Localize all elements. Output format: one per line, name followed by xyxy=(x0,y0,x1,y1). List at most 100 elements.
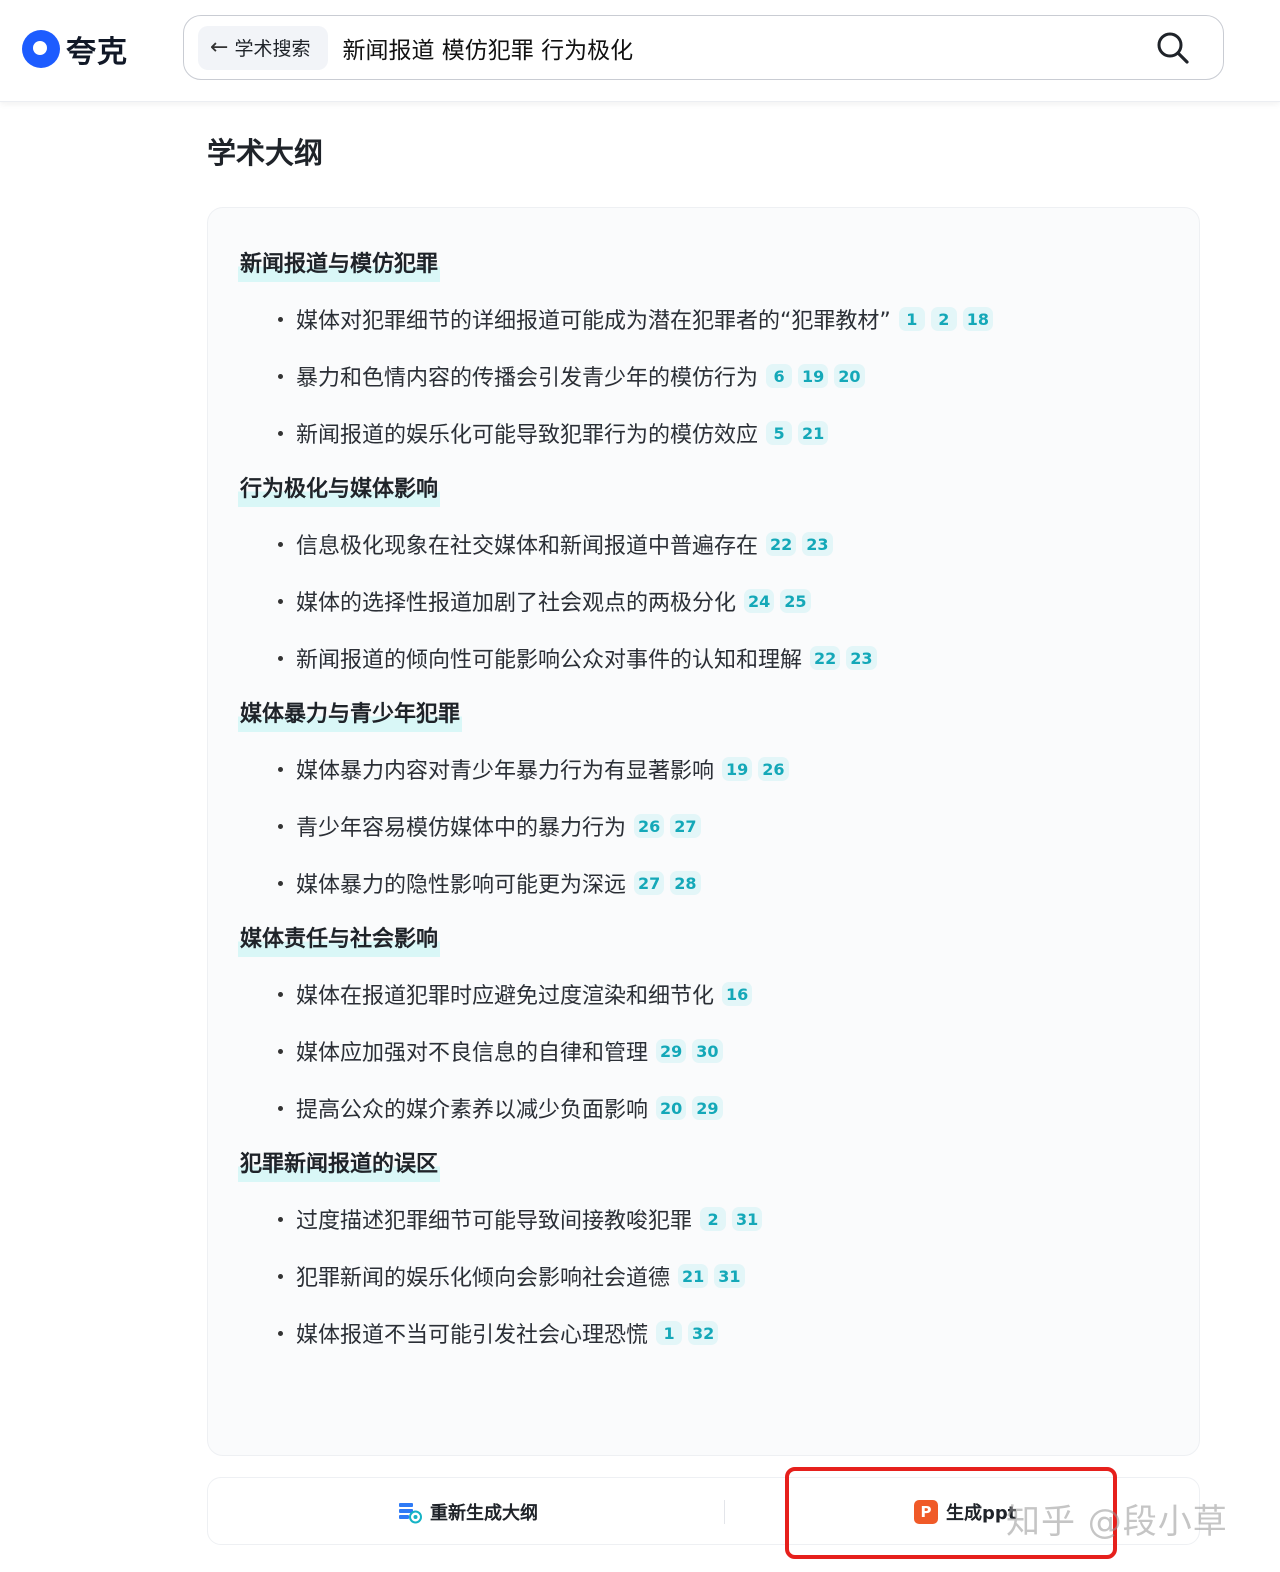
outline-group-title: 新闻报道与模仿犯罪 xyxy=(238,248,441,282)
search-icon[interactable] xyxy=(1153,28,1193,68)
regenerate-icon xyxy=(398,1500,422,1524)
outline-group: 犯罪新闻报道的误区 过度描述犯罪细节可能导致间接教唆犯罪 2 31 犯罪新闻的娱乐化倾向… xyxy=(238,1148,1169,1350)
reference-badges: 16 xyxy=(722,982,753,1006)
reference-badge[interactable]: 28 xyxy=(670,871,701,895)
outline-item: 媒体暴力的隐性影响可能更为深远 27 28 xyxy=(238,866,1169,900)
reference-badge[interactable]: 1 xyxy=(656,1321,683,1345)
reference-badges: 27 28 xyxy=(634,871,701,895)
reference-badge[interactable]: 20 xyxy=(834,364,865,388)
outline-group: 行为极化与媒体影响 信息极化现象在社交媒体和新闻报道中普遍存在 22 23 媒体的选择性… xyxy=(238,473,1169,675)
outline-item-text: 媒体对犯罪细节的详细报道可能成为潜在犯罪者的“犯罪教材” xyxy=(296,309,891,334)
reference-badge[interactable]: 19 xyxy=(798,364,829,388)
outline-item-text: 新闻报道的倾向性可能影响公众对事件的认知和理解 xyxy=(296,648,803,673)
reference-badges: 21 31 xyxy=(678,1264,745,1288)
action-divider xyxy=(724,1500,725,1524)
outline-item: 媒体的选择性报道加剧了社会观点的两极分化 24 25 xyxy=(238,584,1169,618)
outline-item-text: 青少年容易模仿媒体中的暴力行为 xyxy=(296,816,627,841)
search-box: ← 学术搜索 xyxy=(183,15,1224,80)
outline-item-text: 提高公众的媒介素养以减少负面影响 xyxy=(296,1098,649,1123)
reference-badge[interactable]: 27 xyxy=(670,814,701,838)
outline-item-text: 信息极化现象在社交媒体和新闻报道中普遍存在 xyxy=(296,534,759,559)
back-arrow-icon: ← xyxy=(210,35,229,60)
outline-item-list: 媒体暴力内容对青少年暴力行为有显著影响 19 26 青少年容易模仿媒体中的暴力行为 26… xyxy=(238,752,1169,900)
outline-group: 媒体暴力与青少年犯罪 媒体暴力内容对青少年暴力行为有显著影响 19 26 青少年容易模仿… xyxy=(238,698,1169,900)
reference-badge[interactable]: 21 xyxy=(678,1264,709,1288)
reference-badge[interactable]: 2 xyxy=(700,1207,727,1231)
outline-item: 提高公众的媒介素养以减少负面影响 20 29 xyxy=(238,1091,1169,1125)
reference-badge[interactable]: 31 xyxy=(714,1264,745,1288)
outline-item: 过度描述犯罪细节可能导致间接教唆犯罪 2 31 xyxy=(238,1202,1169,1236)
outline-group: 媒体责任与社会影响媒体在报道犯罪时应避免过度渲染和细节化 16 媒体应加强对不良信息… xyxy=(238,923,1169,1125)
reference-badge[interactable]: 26 xyxy=(634,814,665,838)
outline-item-list: 媒体对犯罪细节的详细报道可能成为潜在犯罪者的“犯罪教材” 1 2 18 暴力和色情内容的… xyxy=(238,302,1169,450)
reference-badge[interactable]: 16 xyxy=(722,982,753,1006)
outline-group: 新闻报道与模仿犯罪 媒体对犯罪细节的详细报道可能成为潜在犯罪者的“犯罪教材” 1 2 1… xyxy=(238,248,1169,450)
reference-badge[interactable]: 19 xyxy=(722,757,753,781)
outline-item-text: 媒体暴力内容对青少年暴力行为有显著影响 xyxy=(296,759,715,784)
outline-group-title: 媒体暴力与青少年犯罪 xyxy=(238,698,463,732)
outline-item: 新闻报道的倾向性可能影响公众对事件的认知和理解 22 23 xyxy=(238,641,1169,675)
reference-badges: 6 19 20 xyxy=(766,364,865,388)
outline-item: 媒体对犯罪细节的详细报道可能成为潜在犯罪者的“犯罪教材” 1 2 18 xyxy=(238,302,1169,336)
top-header: 夸克 ← 学术搜索 xyxy=(0,0,1280,102)
outline-item: 媒体在报道犯罪时应避免过度渲染和细节化 16 xyxy=(238,977,1169,1011)
outline-item: 信息极化现象在社交媒体和新闻报道中普遍存在 22 23 xyxy=(238,527,1169,561)
reference-badges: 29 30 xyxy=(656,1039,723,1063)
reference-badge[interactable]: 27 xyxy=(634,871,665,895)
regenerate-outline-button[interactable]: 重新生成大纲 xyxy=(398,1498,538,1526)
outline-item-text: 媒体暴力的隐性影响可能更为深远 xyxy=(296,873,627,898)
outline-item-text: 暴力和色情内容的传播会引发青少年的模仿行为 xyxy=(296,366,759,391)
outline-item-text: 媒体在报道犯罪时应避免过度渲染和细节化 xyxy=(296,984,715,1009)
reference-badges: 1 32 xyxy=(656,1321,719,1345)
reference-badge[interactable]: 21 xyxy=(798,421,829,445)
academic-search-chip[interactable]: ← 学术搜索 xyxy=(198,25,329,70)
outline-item-text: 犯罪新闻的娱乐化倾向会影响社会道德 xyxy=(296,1266,671,1291)
outline-item-text: 媒体的选择性报道加剧了社会观点的两极分化 xyxy=(296,591,737,616)
reference-badge[interactable]: 26 xyxy=(758,757,789,781)
reference-badge[interactable]: 29 xyxy=(692,1096,723,1120)
outline-item: 青少年容易模仿媒体中的暴力行为 26 27 xyxy=(238,809,1169,843)
outline-item: 媒体应加强对不良信息的自律和管理 29 30 xyxy=(238,1034,1169,1068)
reference-badges: 2 31 xyxy=(700,1207,763,1231)
outline-item-text: 过度描述犯罪细节可能导致间接教唆犯罪 xyxy=(296,1209,693,1234)
reference-badge[interactable]: 6 xyxy=(766,364,793,388)
reference-badge[interactable]: 5 xyxy=(766,421,793,445)
outline-item: 媒体暴力内容对青少年暴力行为有显著影响 19 26 xyxy=(238,752,1169,786)
reference-badges: 24 25 xyxy=(744,589,811,613)
reference-badge[interactable]: 22 xyxy=(810,646,841,670)
reference-badge[interactable]: 30 xyxy=(692,1039,723,1063)
page-title: 学术大纲 xyxy=(207,136,324,170)
reference-badges: 22 23 xyxy=(810,646,877,670)
outline-group-title: 媒体责任与社会影响 xyxy=(238,923,441,957)
outline-group-title: 犯罪新闻报道的误区 xyxy=(238,1148,441,1182)
chip-label: 学术搜索 xyxy=(234,38,311,60)
reference-badges: 22 23 xyxy=(766,532,833,556)
reference-badges: 1 2 18 xyxy=(898,307,994,331)
reference-badges: 20 29 xyxy=(656,1096,723,1120)
reference-badge[interactable]: 20 xyxy=(656,1096,687,1120)
reference-badge[interactable]: 23 xyxy=(846,646,877,670)
outline-item-list: 信息极化现象在社交媒体和新闻报道中普遍存在 22 23 媒体的选择性报道加剧了社会观点… xyxy=(238,527,1169,675)
reference-badge[interactable]: 1 xyxy=(898,307,925,331)
reference-badges: 5 21 xyxy=(766,421,829,445)
outline-card: 新闻报道与模仿犯罪 媒体对犯罪细节的详细报道可能成为潜在犯罪者的“犯罪教材” 1 2 1… xyxy=(207,207,1200,1456)
outline-item-text: 媒体报道不当可能引发社会心理恐慌 xyxy=(296,1323,649,1348)
reference-badge[interactable]: 24 xyxy=(744,589,775,613)
search-input[interactable] xyxy=(342,34,1153,61)
outline-item-text: 媒体应加强对不良信息的自律和管理 xyxy=(296,1041,649,1066)
reference-badge[interactable]: 29 xyxy=(656,1039,687,1063)
reference-badge[interactable]: 23 xyxy=(802,532,833,556)
quark-logo[interactable]: 夸克 xyxy=(22,30,128,70)
reference-badge[interactable]: 18 xyxy=(962,307,994,331)
reference-badge[interactable]: 32 xyxy=(688,1321,719,1345)
outline-item-text: 新闻报道的娱乐化可能导致犯罪行为的模仿效应 xyxy=(296,423,759,448)
reference-badge[interactable]: 2 xyxy=(930,307,957,331)
reference-badge[interactable]: 25 xyxy=(780,589,811,613)
reference-badges: 26 27 xyxy=(634,814,701,838)
watermark: 知乎 @段小草 xyxy=(1006,1502,1228,1542)
quark-logo-icon xyxy=(22,30,60,68)
outline-item: 犯罪新闻的娱乐化倾向会影响社会道德 21 31 xyxy=(238,1259,1169,1293)
reference-badge[interactable]: 31 xyxy=(732,1207,763,1231)
outline-group-title: 行为极化与媒体影响 xyxy=(238,473,441,507)
reference-badge[interactable]: 22 xyxy=(766,532,797,556)
